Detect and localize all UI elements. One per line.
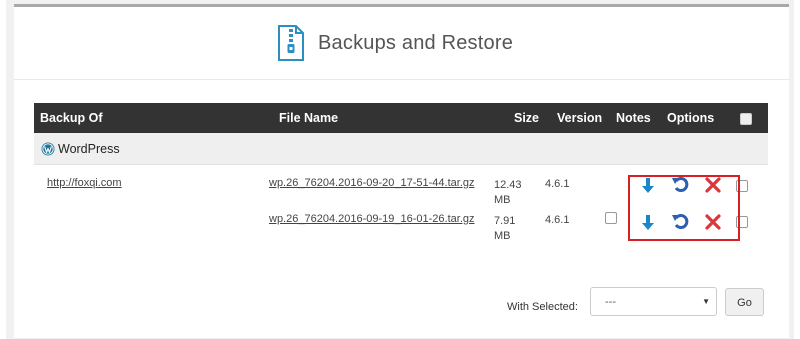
zip-file-icon <box>278 25 304 61</box>
size-value: 7.91 MB <box>494 214 515 244</box>
column-version: Version <box>557 111 603 125</box>
header-title-group: Backups and Restore <box>276 25 513 61</box>
version-value: 4.6.1 <box>545 178 570 190</box>
table-header-row: Backup Of File Name Size Version Notes O… <box>34 103 768 133</box>
go-button[interactable]: Go <box>725 288 764 316</box>
group-row-wordpress: WordPress <box>34 133 768 165</box>
size-number: 12.43 <box>494 179 522 191</box>
chevron-down-icon: ▼ <box>702 297 710 306</box>
version-value: 4.6.1 <box>545 214 570 226</box>
select-value: --- <box>605 296 616 308</box>
size-number: 7.91 <box>494 215 516 227</box>
file-name-link[interactable]: wp.26_76204.2016-09-19_16-01-26.tar.gz <box>269 213 475 225</box>
column-options: Options <box>667 111 715 125</box>
page-title: Backups and Restore <box>318 31 514 54</box>
size-value: 12.43 MB <box>494 178 522 208</box>
backup-of-link[interactable]: http://foxqi.com <box>47 177 122 189</box>
group-label: WordPress <box>58 142 120 156</box>
column-file-name: File Name <box>279 111 339 125</box>
file-name-link[interactable]: wp.26_76204.2016-09-20_17-51-44.tar.gz <box>269 177 475 189</box>
notes-checkbox[interactable] <box>605 212 617 224</box>
bulk-action-select[interactable]: --- ▼ <box>590 287 717 316</box>
column-size: Size <box>514 111 540 125</box>
size-unit: MB <box>494 194 511 206</box>
backups-panel: Backups and Restore Backup Of File Name … <box>14 4 789 338</box>
column-backup-of: Backup Of <box>40 111 103 125</box>
wordpress-icon <box>41 142 55 156</box>
with-selected-label: With Selected: <box>507 301 578 313</box>
options-highlight-box <box>628 175 740 241</box>
page-background: Backups and Restore Backup Of File Name … <box>6 0 794 339</box>
select-all-checkbox[interactable] <box>740 113 752 125</box>
size-unit: MB <box>494 230 511 242</box>
column-notes: Notes <box>616 111 651 125</box>
panel-header: Backups and Restore <box>14 7 789 80</box>
